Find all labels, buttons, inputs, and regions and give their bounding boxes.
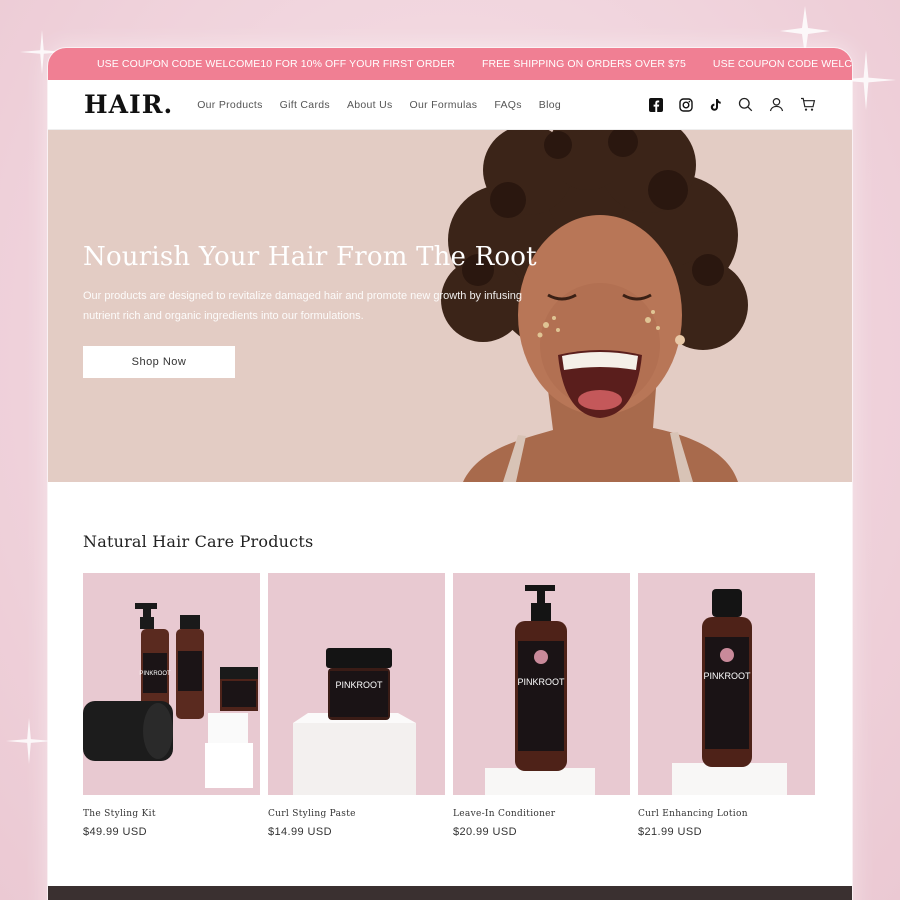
- announcement-item: USE COUPON CODE WELCOME10 FOR 10% OFF YO…: [97, 58, 455, 70]
- instagram-icon[interactable]: [679, 97, 693, 112]
- product-name[interactable]: Curl Enhancing Lotion: [638, 809, 815, 819]
- hero-subtitle: Our products are designed to revitalize …: [83, 290, 523, 322]
- header-icons: [649, 97, 816, 112]
- product-price: $49.99 USD: [83, 826, 147, 838]
- product-name[interactable]: The Styling Kit: [83, 809, 260, 819]
- product-price: $21.99 USD: [638, 826, 702, 838]
- nav-about-us[interactable]: About Us: [347, 99, 393, 111]
- facebook-icon[interactable]: [649, 97, 663, 112]
- sparkle-decoration: [6, 718, 52, 764]
- hero-title: Nourish Your Hair From The Root: [83, 242, 537, 272]
- product-name[interactable]: Leave-In Conditioner: [453, 809, 630, 819]
- main-nav: Our Products Gift Cards About Us Our For…: [197, 99, 561, 111]
- product-card[interactable]: PINKROOT Curl Styling Paste $14.99 USD: [268, 573, 445, 838]
- next-section-preview: [48, 886, 852, 900]
- nav-gift-cards[interactable]: Gift Cards: [280, 99, 330, 111]
- product-name[interactable]: Curl Styling Paste: [268, 809, 445, 819]
- site-header: HAIR. Our Products Gift Cards About Us O…: [48, 80, 852, 130]
- nav-our-products[interactable]: Our Products: [197, 99, 262, 111]
- nav-blog[interactable]: Blog: [539, 99, 561, 111]
- product-price: $20.99 USD: [453, 826, 517, 838]
- cart-icon[interactable]: [800, 97, 816, 112]
- product-image[interactable]: PINKROOT: [453, 573, 630, 795]
- nav-our-formulas[interactable]: Our Formulas: [410, 99, 478, 111]
- nav-faqs[interactable]: FAQs: [494, 99, 521, 111]
- svg-text:PINKROOT: PINKROOT: [517, 677, 565, 687]
- tiktok-icon[interactable]: [709, 98, 722, 112]
- product-image[interactable]: PINKROOT: [83, 573, 260, 795]
- products-section: Natural Hair Care Products PINKROOT The …: [48, 482, 852, 838]
- browser-frame: USE COUPON CODE WELCOME10 FOR 10% OFF YO…: [48, 48, 852, 900]
- search-icon[interactable]: [738, 97, 753, 112]
- product-card[interactable]: PINKROOT The Styling Kit $49.99 USD: [83, 573, 260, 838]
- product-image[interactable]: PINKROOT: [638, 573, 815, 795]
- product-grid: PINKROOT The Styling Kit $49.99 USD PINK…: [83, 573, 817, 838]
- shop-now-button[interactable]: Shop Now: [83, 346, 235, 378]
- svg-text:PINKROOT: PINKROOT: [703, 671, 751, 681]
- announcement-bar: USE COUPON CODE WELCOME10 FOR 10% OFF YO…: [48, 48, 852, 80]
- product-card[interactable]: PINKROOT Curl Enhancing Lotion $21.99 US…: [638, 573, 815, 838]
- svg-text:PINKROOT: PINKROOT: [139, 671, 171, 677]
- svg-text:PINKROOT: PINKROOT: [335, 680, 383, 690]
- account-icon[interactable]: [769, 97, 784, 112]
- product-price: $14.99 USD: [268, 826, 332, 838]
- product-card[interactable]: PINKROOT Leave-In Conditioner $20.99 USD: [453, 573, 630, 838]
- site-logo[interactable]: HAIR.: [84, 90, 173, 119]
- announcement-item: FREE SHIPPING ON ORDERS OVER $75: [481, 58, 686, 70]
- section-title: Natural Hair Care Products: [83, 532, 314, 551]
- announcement-item: USE COUPON CODE WELCOME10 FOR 10% OFF: [712, 58, 852, 70]
- hero-content: Nourish Your Hair From The Root Our prod…: [83, 242, 553, 378]
- product-image[interactable]: PINKROOT: [268, 573, 445, 795]
- hero-banner: Nourish Your Hair From The Root Our prod…: [48, 130, 852, 482]
